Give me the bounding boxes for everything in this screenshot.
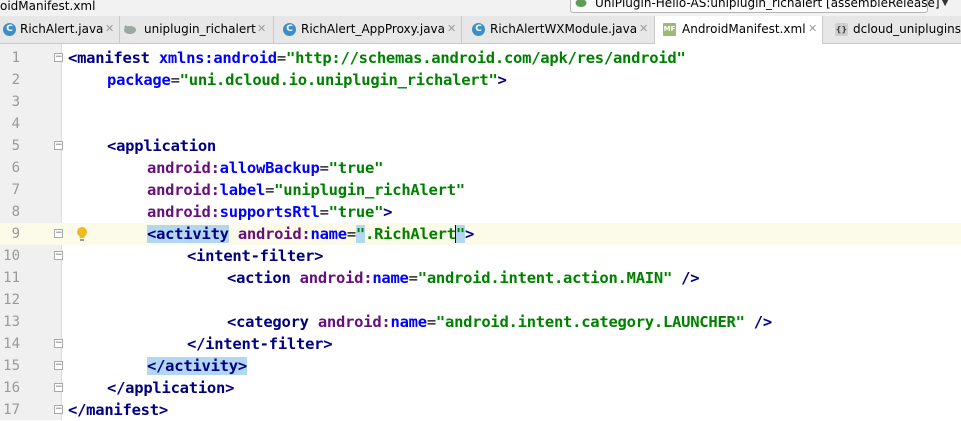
line-number: 13: [3, 314, 20, 330]
code-text: <activity android:name=".RichAlert">: [147, 225, 475, 243]
tab-uniplugin-richalert[interactable]: uniplugin_richalert ✕: [120, 16, 274, 43]
java-class-icon: C: [283, 23, 296, 36]
code-text: </application>: [107, 379, 235, 397]
matched-tag: <activity: [147, 225, 229, 243]
code-line[interactable]: 12: [0, 289, 961, 311]
java-class-icon: C: [3, 23, 16, 36]
code-text: </manifest>: [68, 401, 168, 419]
run-configuration-label: UniPlugin-Hello-AS:uniplugin_richalert […: [595, 0, 940, 10]
manifest-icon: MF: [663, 23, 676, 36]
fold-icon[interactable]: −: [54, 339, 63, 348]
close-icon[interactable]: ✕: [257, 22, 266, 35]
close-icon[interactable]: ✕: [639, 22, 648, 35]
code-editor[interactable]: 1 − <manifest xmlns:android="http://sche…: [0, 44, 961, 420]
code-line[interactable]: 16 − </application>: [0, 377, 961, 399]
code-line[interactable]: 13 <category android:name="android.inten…: [0, 311, 961, 333]
fold-icon[interactable]: −: [54, 361, 63, 370]
lightbulb-icon[interactable]: [76, 226, 88, 242]
gradle-run-icon: [575, 0, 587, 7]
code-line[interactable]: 4: [0, 113, 961, 135]
tab-label: RichAlert_AppProxy.java: [301, 22, 445, 36]
line-number: 5: [11, 138, 20, 154]
code-line[interactable]: 3: [0, 91, 961, 113]
breadcrumb: oidManifest.xml: [0, 0, 96, 13]
code-text: <intent-filter>: [187, 247, 324, 265]
line-number: 11: [3, 270, 20, 286]
close-icon[interactable]: ✕: [447, 22, 456, 35]
code-text: <category android:name="android.intent.c…: [227, 313, 772, 331]
code-line[interactable]: 8 android:supportsRtl="true">: [0, 201, 961, 223]
code-text: </activity>: [147, 357, 247, 375]
run-configuration-dropdown[interactable]: UniPlugin-Hello-AS:uniplugin_richalert […: [570, 0, 949, 13]
tab-label: RichAlertWXModule.java: [490, 22, 638, 36]
line-number: 10: [3, 248, 20, 264]
line-number: 9: [11, 226, 20, 242]
code-text: package="uni.dcloud.io.uniplugin_richale…: [107, 71, 507, 89]
line-number: 7: [11, 182, 20, 198]
tab-dcloud-uniplugins-js[interactable]: {} dcloud_uniplugins.js: [823, 16, 961, 43]
tab-richalert-appproxy[interactable]: C RichAlert_AppProxy.java ✕: [274, 16, 462, 43]
code-text: <action android:name="android.intent.act…: [227, 269, 700, 287]
tab-label: AndroidManifest.xml: [682, 22, 806, 36]
line-number: 17: [3, 402, 20, 418]
chevron-down-icon[interactable]: ▼: [941, 0, 949, 8]
line-number: 2: [11, 72, 20, 88]
title-bar: oidManifest.xml UniPlugin-Hello-AS:unipl…: [0, 0, 961, 16]
line-number: 3: [11, 94, 20, 110]
fold-icon[interactable]: −: [54, 53, 63, 62]
json-icon: {}: [835, 23, 848, 36]
tab-label: RichAlert.java: [20, 22, 104, 36]
line-number: 15: [3, 358, 20, 374]
close-icon[interactable]: ✕: [105, 22, 114, 35]
text-caret: ": [454, 225, 465, 243]
line-number: 6: [11, 160, 20, 176]
fold-icon[interactable]: −: [54, 229, 63, 238]
fold-icon[interactable]: −: [54, 383, 63, 392]
line-number: 16: [3, 380, 20, 396]
code-text: <application: [107, 137, 216, 155]
code-line[interactable]: 17 − </manifest>: [0, 399, 961, 421]
fold-icon[interactable]: −: [54, 141, 63, 150]
code-text: android:allowBackup="true": [147, 159, 384, 177]
code-line[interactable]: 10 − <intent-filter>: [0, 245, 961, 267]
line-number: 12: [3, 292, 20, 308]
line-number: 1: [11, 50, 20, 66]
editor-tab-bar: C RichAlert.java ✕ uniplugin_richalert ✕…: [0, 16, 961, 44]
tab-label: dcloud_uniplugins.js: [853, 22, 961, 36]
code-line[interactable]: 15 − </activity>: [0, 355, 961, 377]
line-number: 8: [11, 204, 20, 220]
matched-tag: </activity>: [147, 357, 247, 375]
code-line[interactable]: 11 <action android:name="android.intent.…: [0, 267, 961, 289]
code-line[interactable]: 5 − <application: [0, 135, 961, 157]
code-text: <manifest xmlns:android="http://schemas.…: [68, 49, 686, 67]
code-text: </intent-filter>: [187, 335, 333, 353]
tab-label: uniplugin_richalert: [144, 22, 256, 36]
matched-quote: ": [355, 225, 366, 243]
code-line[interactable]: 2 package="uni.dcloud.io.uniplugin_richa…: [0, 69, 961, 91]
code-text: android:label="uniplugin_richAlert": [147, 181, 465, 199]
tab-richalert-java[interactable]: C RichAlert.java ✕: [0, 16, 120, 43]
code-line[interactable]: 7 android:label="uniplugin_richAlert": [0, 179, 961, 201]
tab-androidmanifest-xml[interactable]: MF AndroidManifest.xml ✕: [655, 16, 823, 44]
java-class-icon: C: [472, 23, 485, 36]
line-number: 14: [3, 336, 20, 352]
code-text: android:supportsRtl="true">: [147, 203, 393, 221]
code-line[interactable]: 14 − </intent-filter>: [0, 333, 961, 355]
gradle-icon: [124, 25, 136, 34]
close-icon[interactable]: ✕: [808, 22, 817, 35]
code-line[interactable]: 1 − <manifest xmlns:android="http://sche…: [0, 47, 961, 69]
code-line-current[interactable]: 9 − <activity android:name=".RichAlert">: [0, 223, 961, 245]
code-line[interactable]: 6 android:allowBackup="true": [0, 157, 961, 179]
fold-icon[interactable]: −: [54, 251, 63, 260]
fold-icon[interactable]: −: [54, 405, 63, 414]
line-number: 4: [11, 116, 20, 132]
tab-richalertwxmodule[interactable]: C RichAlertWXModule.java ✕: [462, 16, 655, 43]
